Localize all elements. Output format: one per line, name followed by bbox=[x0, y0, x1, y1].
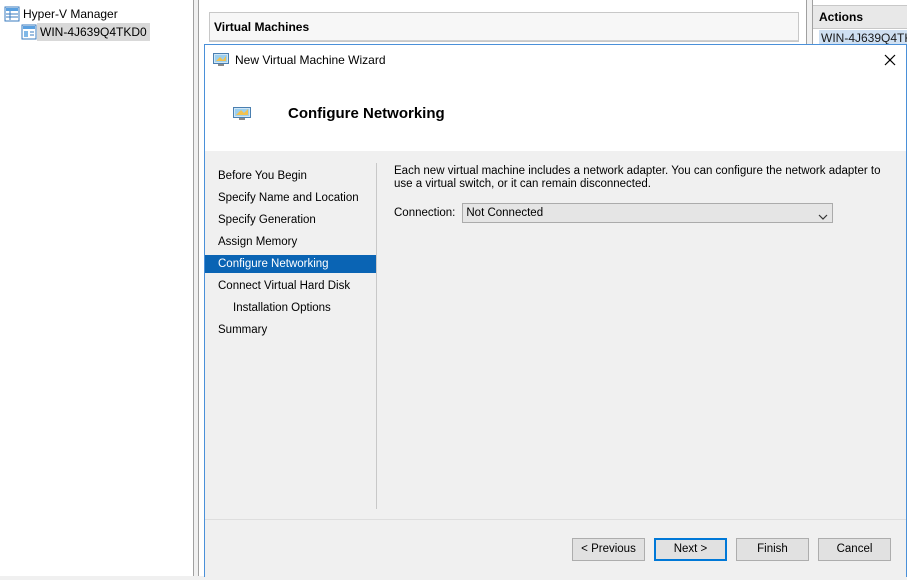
wizard-header-band: Configure Networking bbox=[205, 75, 906, 152]
hyperv-manager-icon bbox=[4, 6, 20, 22]
new-vm-wizard-dialog: New Virtual Machine Wizard Configure Net… bbox=[204, 44, 907, 578]
virtual-machines-title: Virtual Machines bbox=[214, 20, 310, 34]
steps-divider bbox=[376, 163, 377, 509]
wizard-footer: < Previous Next > Finish Cancel bbox=[205, 519, 906, 578]
previous-button[interactable]: < Previous bbox=[572, 538, 645, 561]
connection-label: Connection: bbox=[394, 207, 456, 219]
intro-text: Each new virtual machine includes a netw… bbox=[394, 165, 881, 190]
step-assign-memory[interactable]: Assign Memory bbox=[205, 233, 376, 251]
tree-item-hyperv-manager[interactable]: Hyper-V Manager bbox=[4, 5, 121, 23]
configure-networking-icon bbox=[233, 107, 251, 124]
finish-button[interactable]: Finish bbox=[736, 538, 809, 561]
step-specify-generation[interactable]: Specify Generation bbox=[205, 211, 376, 229]
step-before-you-begin[interactable]: Before You Begin bbox=[205, 167, 376, 185]
step-configure-networking[interactable]: Configure Networking bbox=[205, 255, 376, 273]
navigation-tree: Hyper-V Manager WIN-4J639Q4TKD0 bbox=[0, 0, 194, 576]
virtual-machines-panel-header: Virtual Machines bbox=[209, 12, 799, 42]
actions-header: Actions bbox=[813, 5, 907, 29]
actions-title: Actions bbox=[819, 10, 864, 24]
chevron-down-icon bbox=[818, 209, 828, 227]
page-title: Configure Networking bbox=[288, 105, 445, 122]
close-icon bbox=[884, 54, 896, 66]
dialog-title: New Virtual Machine Wizard bbox=[235, 53, 386, 67]
vm-wizard-icon bbox=[213, 53, 229, 70]
wizard-content: Each new virtual machine includes a netw… bbox=[394, 165, 894, 223]
connection-row: Connection: Not Connected bbox=[394, 203, 834, 223]
close-button[interactable] bbox=[876, 47, 904, 73]
tree-item-server[interactable]: WIN-4J639Q4TKD0 bbox=[21, 23, 150, 41]
connection-value: Not Connected bbox=[466, 207, 544, 219]
wizard-body: Before You Begin Specify Name and Locati… bbox=[205, 151, 906, 519]
step-summary[interactable]: Summary bbox=[205, 321, 376, 339]
server-icon bbox=[21, 24, 37, 40]
tree-server-label: WIN-4J639Q4TKD0 bbox=[37, 23, 150, 41]
step-specify-name-and-location[interactable]: Specify Name and Location bbox=[205, 189, 376, 207]
tree-root-label: Hyper-V Manager bbox=[23, 7, 118, 21]
cancel-button[interactable]: Cancel bbox=[818, 538, 891, 561]
step-connect-virtual-hard-disk[interactable]: Connect Virtual Hard Disk bbox=[205, 277, 376, 295]
connection-dropdown[interactable]: Not Connected bbox=[462, 203, 834, 223]
next-button[interactable]: Next > bbox=[654, 538, 727, 561]
step-installation-options[interactable]: Installation Options bbox=[205, 299, 376, 317]
dialog-title-bar[interactable]: New Virtual Machine Wizard bbox=[205, 45, 906, 75]
